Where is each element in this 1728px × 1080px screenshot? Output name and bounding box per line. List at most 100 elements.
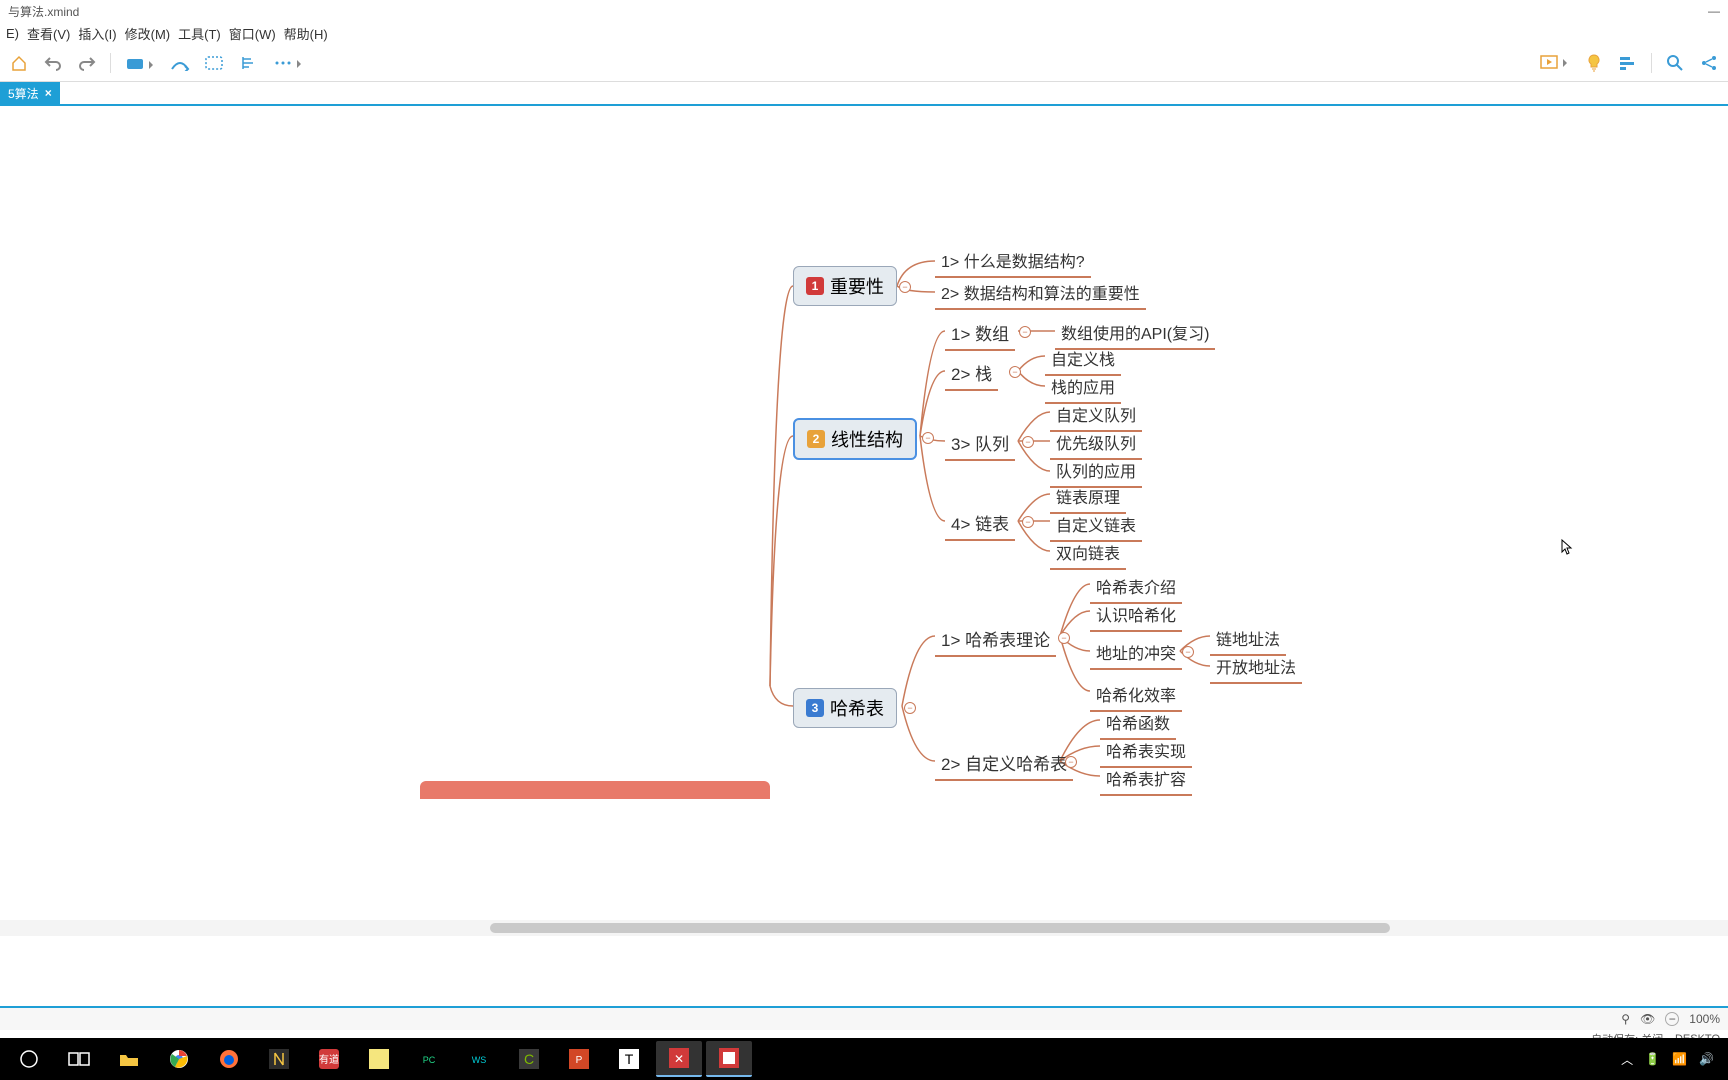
collapse-toggle[interactable]: −	[1019, 326, 1031, 338]
toolbar	[0, 44, 1728, 82]
summary-icon[interactable]	[237, 52, 259, 74]
topic-label: 哈希表	[830, 695, 884, 721]
separator	[110, 53, 111, 73]
powerpoint-icon[interactable]: P	[556, 1041, 602, 1077]
boundary-icon[interactable]	[203, 52, 225, 74]
zoom-out-button[interactable]: −	[1665, 1012, 1679, 1026]
menu-window[interactable]: 窗口(W)	[227, 24, 278, 43]
idea-icon[interactable]	[1583, 52, 1605, 74]
collapse-toggle[interactable]: −	[1022, 516, 1034, 528]
leaf-node[interactable]: 双向链表	[1050, 538, 1126, 570]
collapse-toggle[interactable]: −	[922, 432, 934, 444]
system-tray: ︿ 🔋 📶 🔊	[1621, 1051, 1722, 1068]
leaf-node[interactable]: 开放地址法	[1210, 652, 1302, 684]
collapse-toggle[interactable]: −	[1058, 632, 1070, 644]
gantt-icon[interactable]	[1617, 52, 1639, 74]
menu-tools[interactable]: 工具(T)	[176, 24, 223, 43]
search-icon[interactable]	[1664, 52, 1686, 74]
sub-node[interactable]: 2> 自定义哈希表	[935, 748, 1073, 781]
separator	[1651, 53, 1652, 73]
collapse-toggle[interactable]: −	[1009, 366, 1021, 378]
sub-node[interactable]: 2> 栈	[945, 358, 998, 391]
leaf-node[interactable]: 地址的冲突	[1090, 638, 1182, 670]
title-bar: 与算法.xmind —	[0, 0, 1728, 22]
eye-icon[interactable]: 👁	[1640, 1012, 1655, 1026]
menu-edit[interactable]: E)	[4, 26, 21, 41]
leaf-node[interactable]: 2> 数据结构和算法的重要性	[935, 278, 1146, 310]
start-button[interactable]	[6, 1041, 52, 1077]
collapse-toggle[interactable]: −	[1065, 756, 1077, 768]
collapse-toggle[interactable]: −	[899, 281, 911, 293]
volume-icon[interactable]: 🔊	[1699, 1052, 1714, 1066]
connector-lines	[0, 106, 1728, 936]
window-title: 与算法.xmind	[8, 3, 79, 20]
task-view-icon[interactable]	[56, 1041, 102, 1077]
topic-linear-structure[interactable]: 2 线性结构	[793, 418, 917, 460]
topic-importance[interactable]: 1 重要性	[793, 266, 897, 306]
tab-label: 5算法	[8, 85, 39, 102]
text-icon[interactable]: T	[606, 1041, 652, 1077]
firefox-icon[interactable]	[206, 1041, 252, 1077]
battery-icon[interactable]: 🔋	[1645, 1052, 1660, 1066]
xmind-icon[interactable]: ✕	[656, 1041, 702, 1077]
file-explorer-icon[interactable]	[106, 1041, 152, 1077]
filter-icon[interactable]: ⚲	[1621, 1012, 1630, 1026]
badge-2-icon: 2	[807, 430, 825, 448]
sticky-notes-icon[interactable]	[356, 1041, 402, 1077]
tab-strip: 5算法 ×	[0, 82, 1728, 106]
share-icon[interactable]	[1698, 52, 1720, 74]
topic-label: 线性结构	[831, 426, 903, 452]
zoom-level[interactable]: 100%	[1689, 1012, 1720, 1026]
chrome-icon[interactable]	[156, 1041, 202, 1077]
redo-icon[interactable]	[76, 52, 98, 74]
topic-hashtable[interactable]: 3 哈希表	[793, 688, 897, 728]
collapse-toggle[interactable]: −	[1022, 436, 1034, 448]
leaf-node[interactable]: 认识哈希化	[1090, 600, 1182, 632]
menu-view[interactable]: 查看(V)	[25, 24, 72, 43]
svg-text:PC: PC	[423, 1055, 436, 1065]
more-icon[interactable]	[271, 52, 305, 74]
topic-label: 重要性	[830, 273, 884, 299]
svg-text:T: T	[625, 1051, 634, 1067]
svg-text:✕: ✕	[674, 1052, 684, 1066]
topic-icon[interactable]	[123, 52, 157, 74]
document-tab[interactable]: 5算法 ×	[0, 82, 60, 104]
svg-text:P: P	[576, 1055, 583, 1066]
leaf-node[interactable]: 1> 什么是数据结构?	[935, 246, 1091, 278]
menu-insert[interactable]: 插入(I)	[76, 24, 118, 43]
root-node-partial[interactable]	[420, 781, 770, 799]
menu-modify[interactable]: 修改(M)	[123, 24, 173, 43]
scrollbar-thumb[interactable]	[490, 923, 1390, 933]
badge-3-icon: 3	[806, 699, 824, 717]
minimize-button[interactable]: —	[1708, 4, 1720, 18]
webstorm-icon[interactable]: WS	[456, 1041, 502, 1077]
wifi-icon[interactable]: 📶	[1672, 1052, 1687, 1066]
recorder-icon[interactable]	[706, 1041, 752, 1077]
leaf-node[interactable]: 哈希表扩容	[1100, 764, 1192, 796]
present-icon[interactable]	[1537, 52, 1571, 74]
relation-icon[interactable]	[169, 52, 191, 74]
windows-taskbar: 有道 PC WS C P T ✕ ︿ 🔋 📶 🔊	[0, 1038, 1728, 1080]
svg-text:有道: 有道	[319, 1053, 339, 1066]
badge-1-icon: 1	[806, 277, 824, 295]
menu-help[interactable]: 帮助(H)	[282, 24, 330, 43]
camtasia-icon[interactable]: C	[506, 1041, 552, 1077]
sub-node[interactable]: 4> 链表	[945, 508, 1015, 541]
collapse-toggle[interactable]: −	[1182, 646, 1194, 658]
undo-icon[interactable]	[42, 52, 64, 74]
svg-text:C: C	[524, 1051, 534, 1067]
app-icon[interactable]: 有道	[306, 1041, 352, 1077]
sub-node[interactable]: 1> 哈希表理论	[935, 624, 1056, 657]
tab-close-icon[interactable]: ×	[45, 86, 52, 100]
app-icon[interactable]	[256, 1041, 302, 1077]
pycharm-icon[interactable]: PC	[406, 1041, 452, 1077]
svg-text:WS: WS	[472, 1055, 487, 1065]
collapse-toggle[interactable]: −	[904, 702, 916, 714]
home-icon[interactable]	[8, 52, 30, 74]
mindmap-canvas[interactable]: 1 重要性 − 1> 什么是数据结构? 2> 数据结构和算法的重要性 2 线性结…	[0, 106, 1728, 936]
sub-node[interactable]: 3> 队列	[945, 428, 1015, 461]
menu-bar: E) 查看(V) 插入(I) 修改(M) 工具(T) 窗口(W) 帮助(H)	[0, 22, 1728, 44]
tray-chevron-icon[interactable]: ︿	[1621, 1051, 1633, 1068]
horizontal-scrollbar[interactable]	[0, 920, 1728, 936]
sub-node[interactable]: 1> 数组	[945, 318, 1015, 351]
